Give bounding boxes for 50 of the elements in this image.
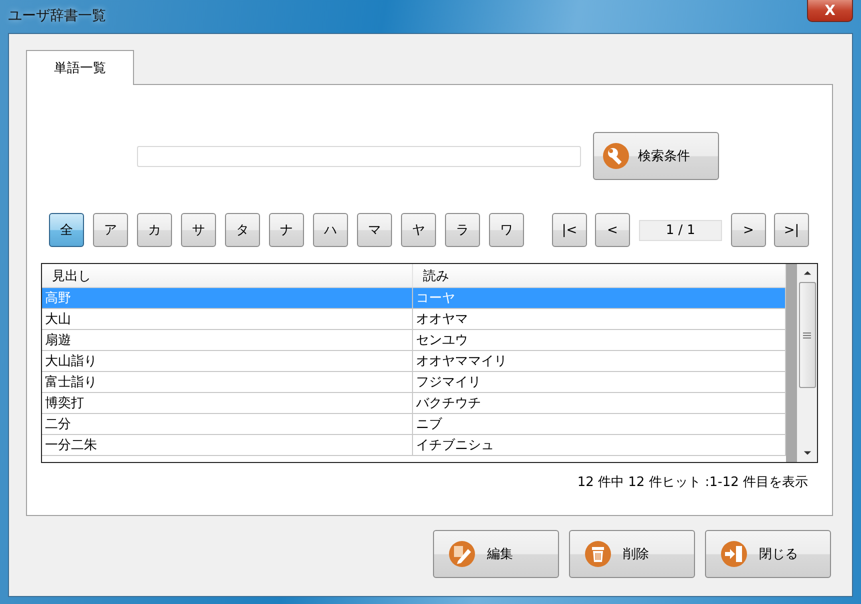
page-indicator: 1 / 1 <box>639 220 722 240</box>
wrench-icon <box>602 142 630 170</box>
table-row[interactable]: 二分 ニブ <box>42 414 786 435</box>
table-row[interactable]: 博奕打 バクチウチ <box>42 393 786 414</box>
close-button[interactable]: X <box>807 0 853 22</box>
kana-filter-button[interactable]: カ <box>137 213 172 247</box>
delete-button[interactable]: 削除 <box>569 530 695 578</box>
kana-filter-button[interactable]: タ <box>225 213 260 247</box>
grip-icon <box>803 332 811 338</box>
table-row[interactable]: 大山 オオヤマ <box>42 309 786 330</box>
kana-filter-button[interactable]: サ <box>181 213 216 247</box>
column-header[interactable]: 見出し <box>42 264 413 287</box>
kana-filter-button[interactable]: ア <box>93 213 128 247</box>
pencil-icon <box>448 540 476 568</box>
scroll-thumb[interactable] <box>798 282 816 388</box>
table-cell: 大山 <box>42 309 413 329</box>
trash-icon <box>584 540 612 568</box>
kana-filter-button[interactable]: マ <box>357 213 392 247</box>
next-page-button[interactable]: > <box>731 213 766 247</box>
table-row[interactable]: 一分二朱 イチブニシュ <box>42 435 786 456</box>
kana-filter-button[interactable]: ハ <box>313 213 348 247</box>
scrollbar[interactable] <box>797 264 817 462</box>
kana-filter-button[interactable]: ワ <box>489 213 524 247</box>
scroll-down-icon[interactable] <box>802 450 812 456</box>
table-cell: 大山詣り <box>42 351 413 371</box>
search-conditions-button[interactable]: 検索条件 <box>593 132 719 180</box>
previous-page-button[interactable]: < <box>595 213 630 247</box>
close-button[interactable]: 閉じる <box>705 530 831 578</box>
first-page-button[interactable]: |< <box>552 213 587 247</box>
table-cell: 二分 <box>42 414 413 434</box>
table-cell: 富士詣り <box>42 372 413 392</box>
result-count-text: 12 件中 12 件ヒット :1-12 件目を表示 <box>577 474 808 491</box>
edit-button[interactable]: 編集 <box>433 530 559 578</box>
scroll-up-icon[interactable] <box>802 270 812 276</box>
table-row[interactable]: 扇遊 センユウ <box>42 330 786 351</box>
kana-filter-button[interactable]: ヤ <box>401 213 436 247</box>
last-page-button[interactable]: >| <box>774 213 809 247</box>
kana-filter-button[interactable]: 全 <box>49 213 84 247</box>
table-cell: 博奕打 <box>42 393 413 413</box>
table-row[interactable]: 富士詣り フジマイリ <box>42 372 786 393</box>
tab[interactable]: 単語一覧 <box>26 50 134 85</box>
kana-filter-button[interactable]: ラ <box>445 213 480 247</box>
kana-filter-button[interactable]: ナ <box>269 213 304 247</box>
table-cell: 一分二朱 <box>42 435 413 455</box>
search-field[interactable] <box>137 146 581 166</box>
table-cell: 高野 <box>42 288 413 308</box>
exit-door-icon <box>720 540 748 568</box>
table-cell: 扇遊 <box>42 330 413 350</box>
table-row[interactable]: 大山詣り オオヤママイリ <box>42 351 786 372</box>
window-title: ユーザ辞書一覧 <box>8 7 106 25</box>
